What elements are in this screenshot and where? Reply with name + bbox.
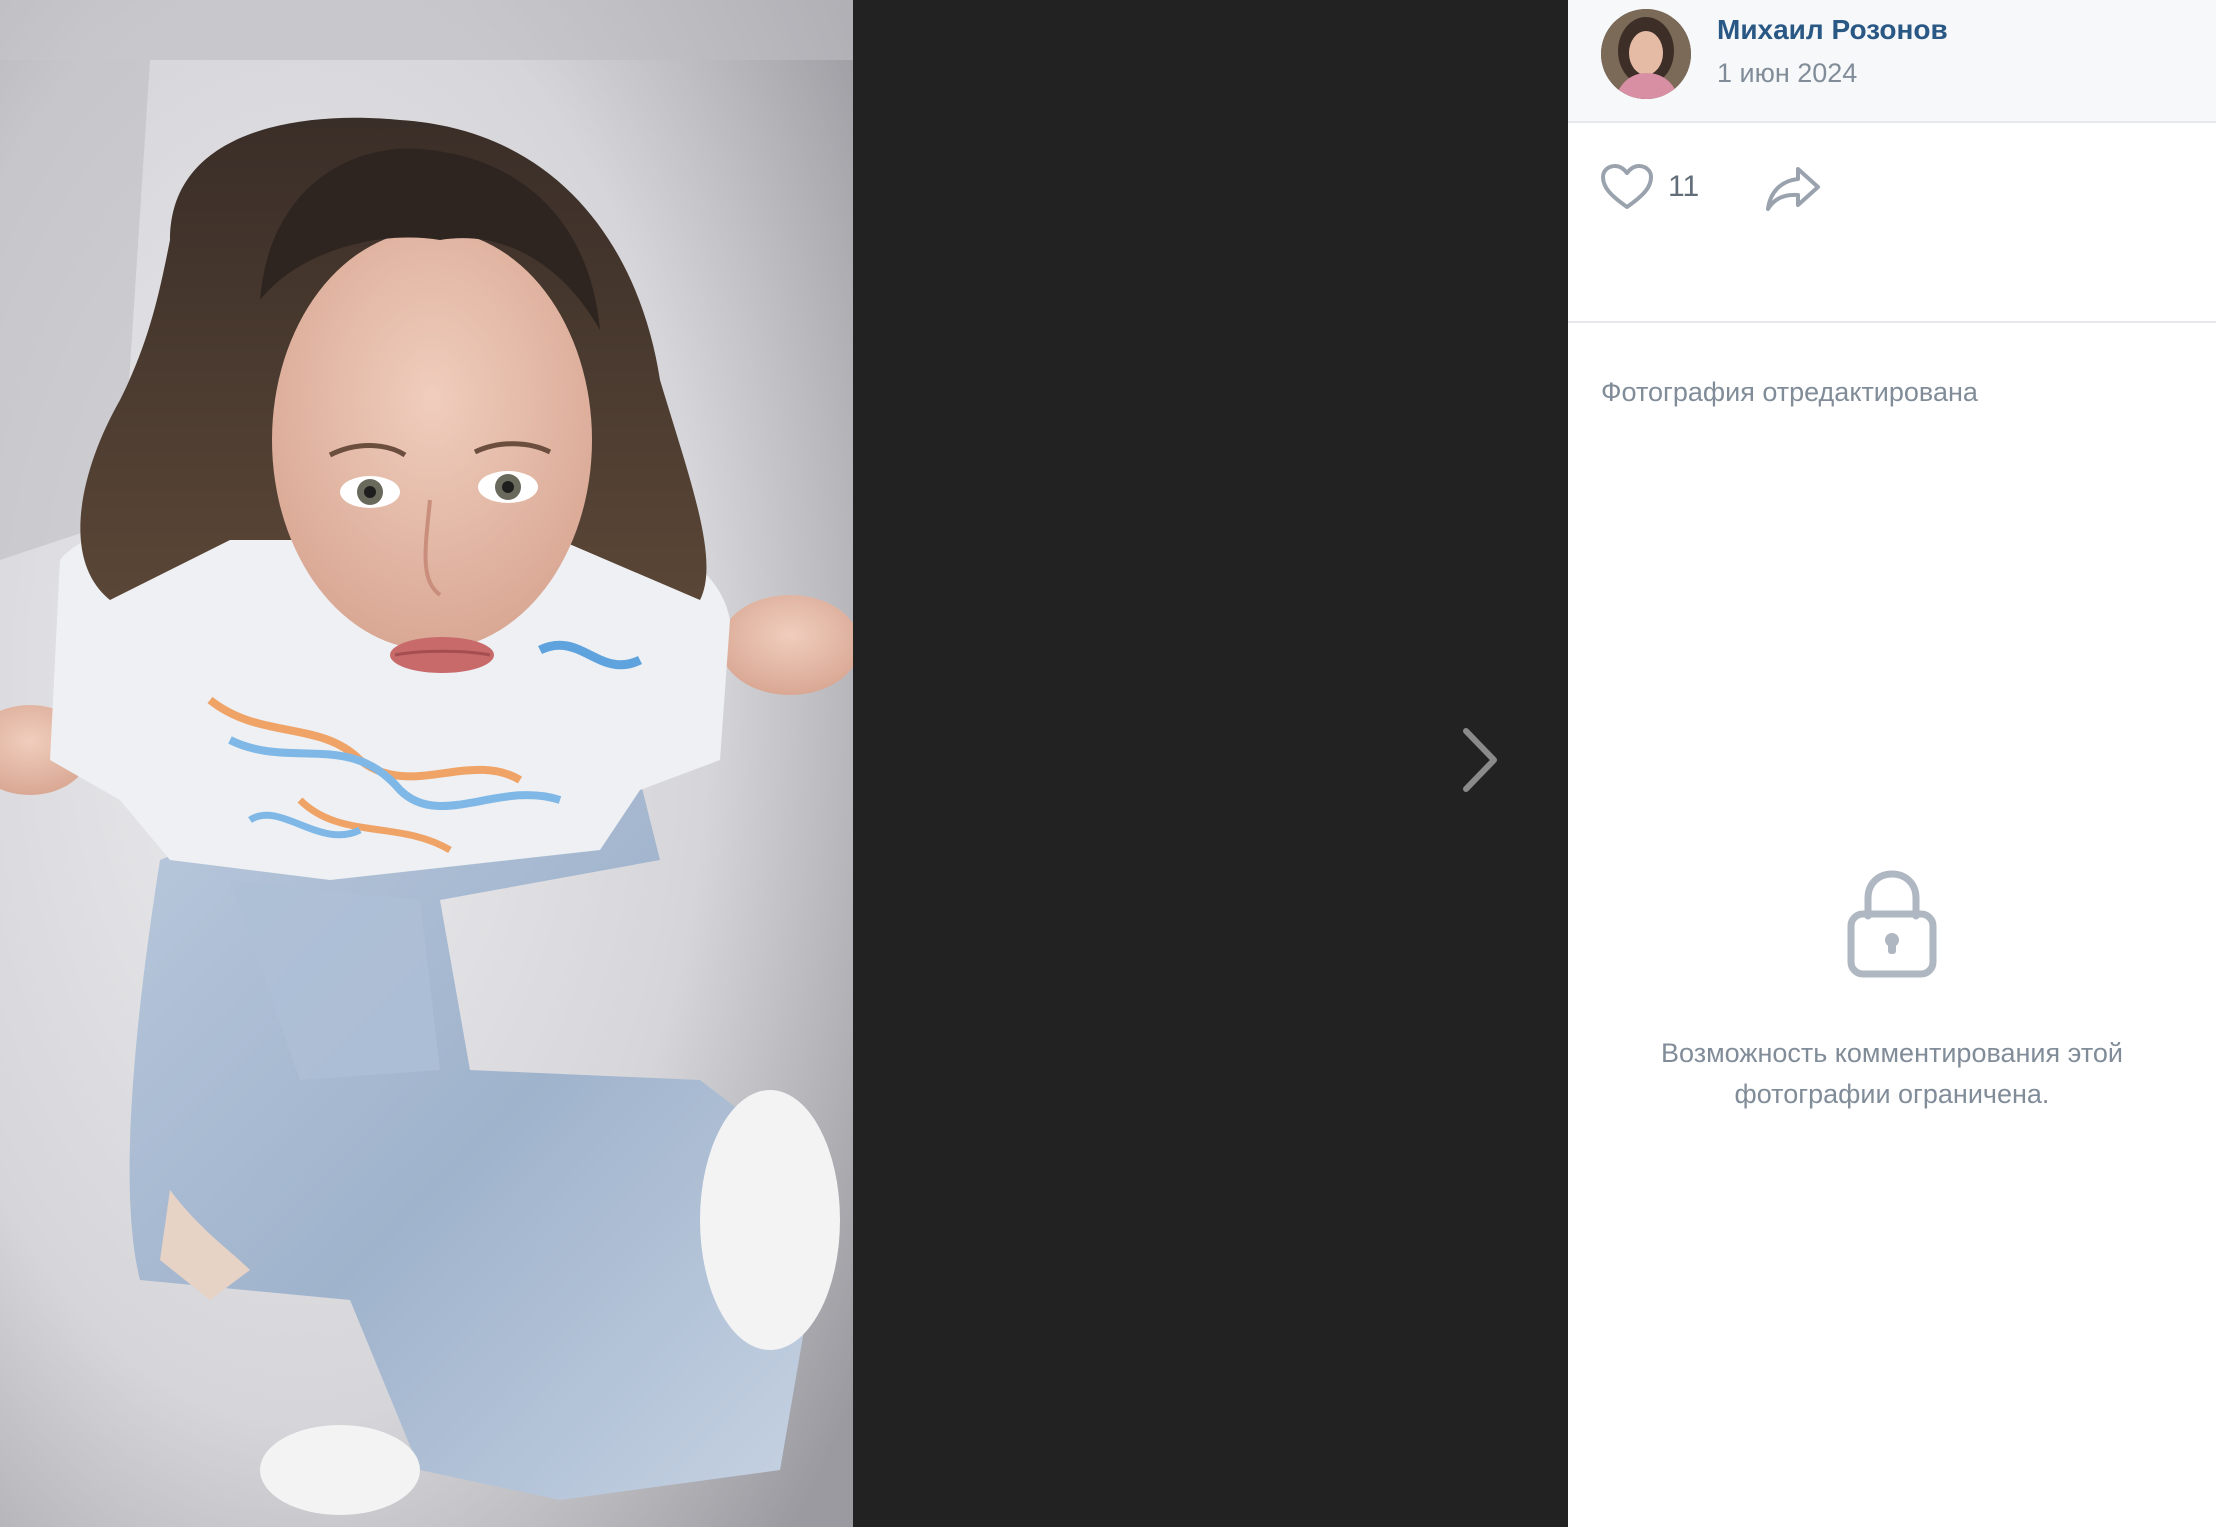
photo[interactable] (0, 0, 853, 1527)
share-button[interactable] (1764, 163, 1824, 218)
author-name[interactable]: Михаил Розонов (1717, 14, 1948, 46)
post-date[interactable]: 1 июн 2024 (1717, 58, 1857, 89)
photo-stage (0, 0, 1568, 1527)
edited-note: Фотография отредактирована (1601, 377, 1978, 407)
like-button[interactable]: 11 (1600, 163, 1699, 211)
avatar[interactable] (1601, 9, 1691, 99)
heart-icon (1601, 164, 1653, 209)
comments-locked-text: Возможность комментирования этой фотогра… (1661, 1038, 2123, 1109)
next-photo-button[interactable] (1440, 720, 1520, 800)
photo-actions: 11 Фотография отредактирована (1568, 123, 2216, 407)
photo-sidebar: Михаил Розонов 1 июн 2024 11 Фотография … (1568, 0, 2216, 1527)
author-block: Михаил Розонов 1 июн 2024 (1568, 0, 2216, 123)
lock-icon (1847, 870, 1937, 978)
photo-viewer: Михаил Розонов 1 июн 2024 11 Фотография … (0, 0, 2216, 1527)
share-arrow-icon (1766, 167, 1820, 211)
like-count: 11 (1668, 170, 1700, 203)
chevron-right-icon (1463, 728, 1497, 792)
comments-locked: Возможность комментирования этой фотогра… (1568, 868, 2216, 1115)
